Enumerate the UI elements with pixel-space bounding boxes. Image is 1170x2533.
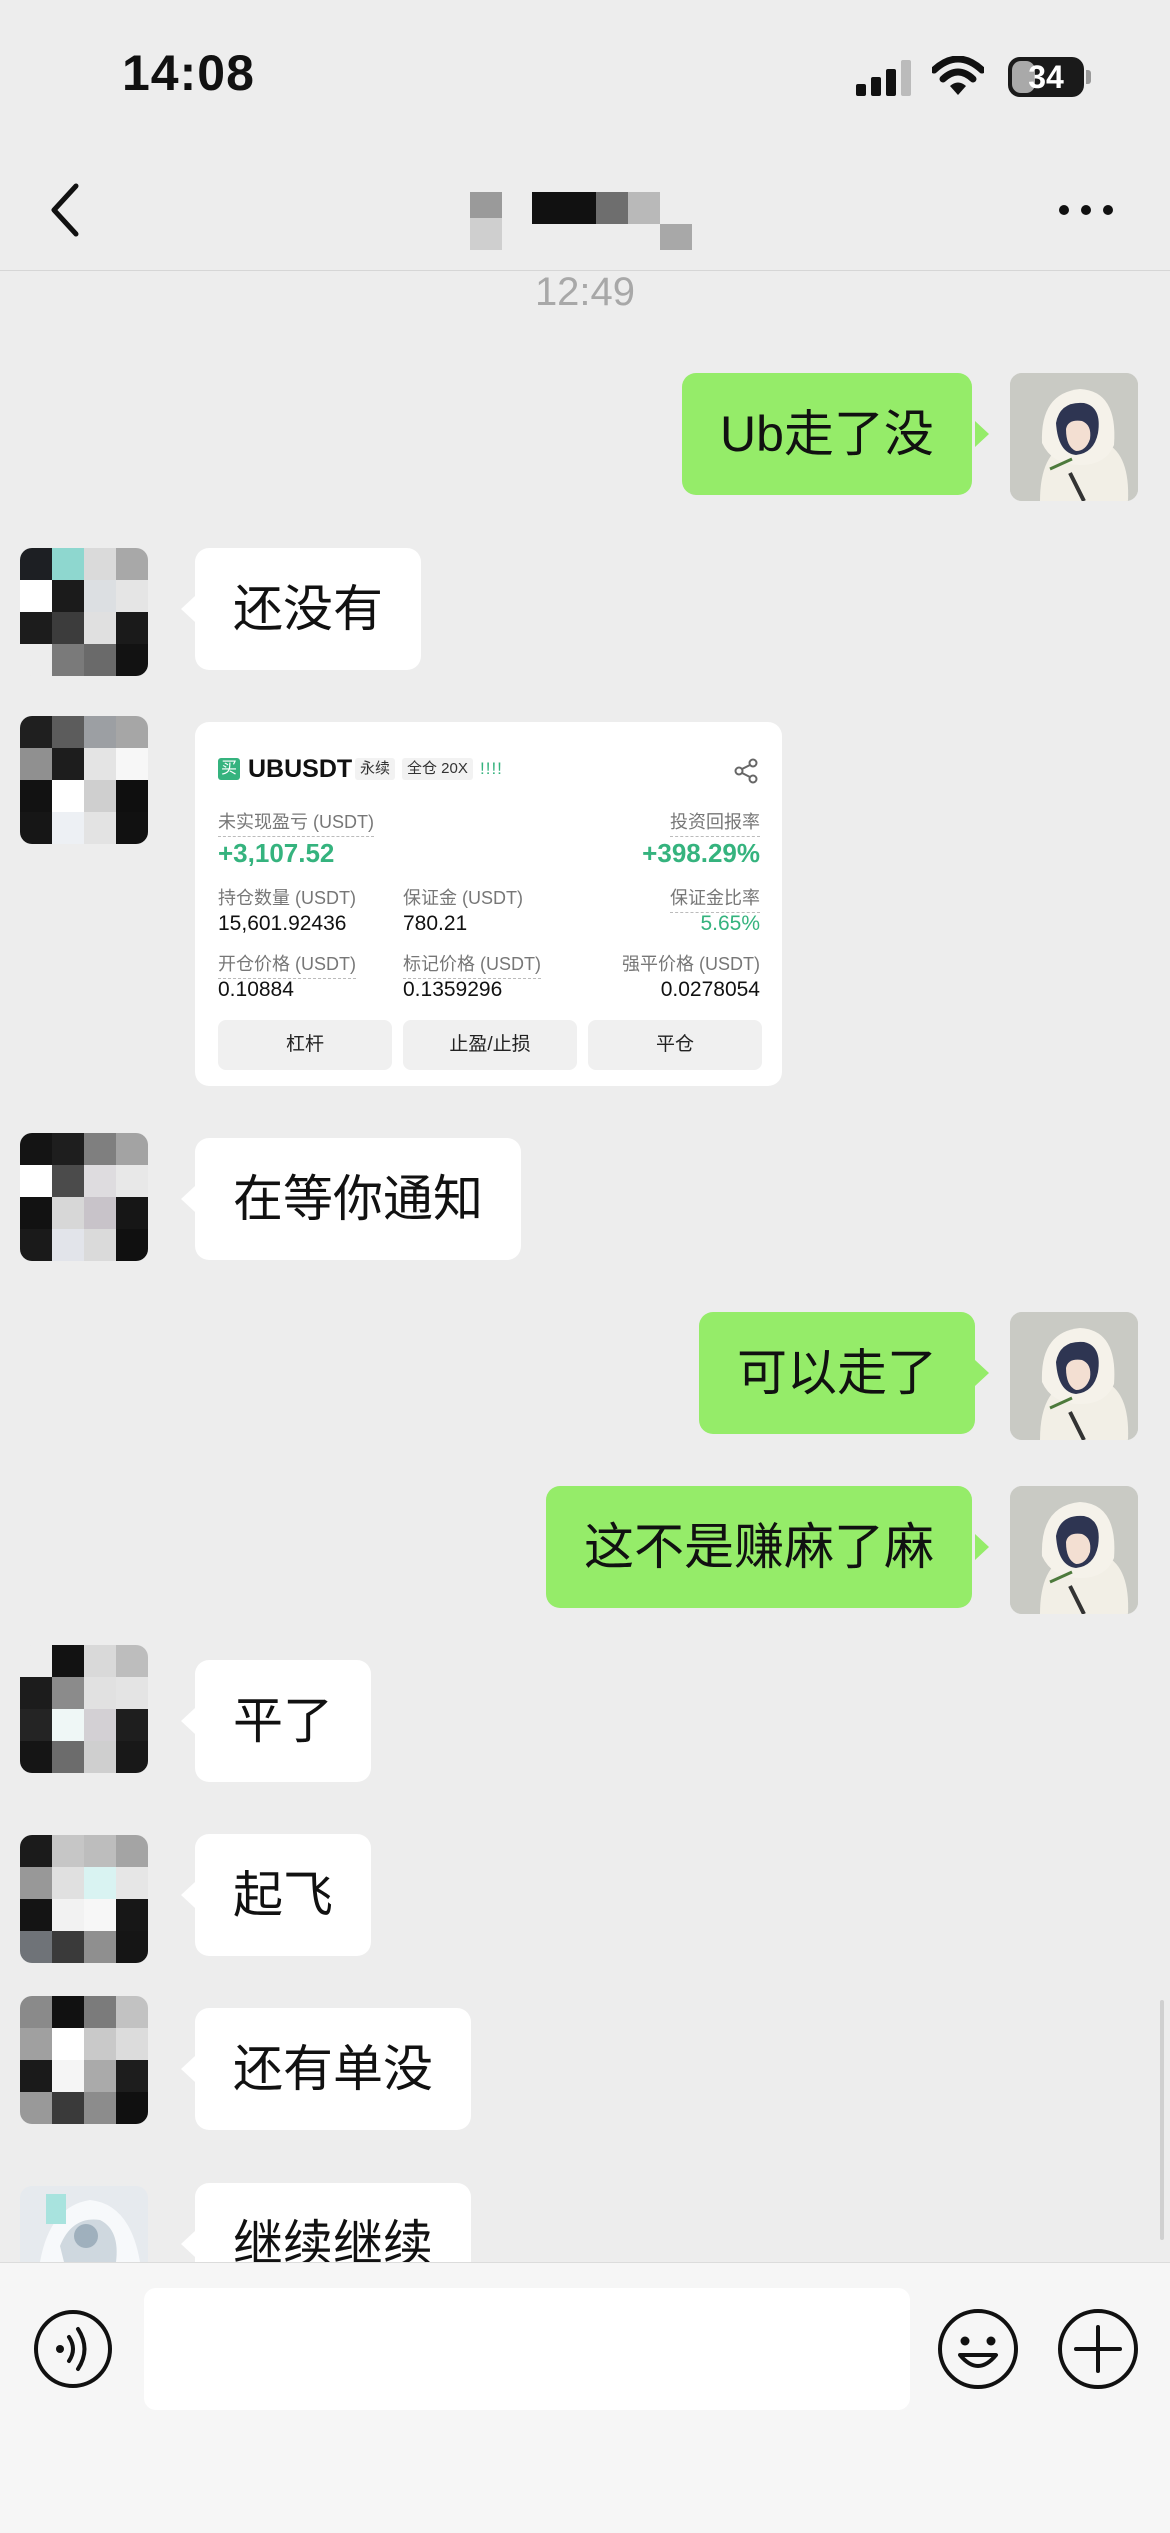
share-icon[interactable] <box>733 758 759 784</box>
unrealized-pnl-label: 未实现盈亏 (USDT) <box>218 808 374 837</box>
close-position-button[interactable]: 平仓 <box>588 1020 762 1070</box>
bubble-tail <box>181 596 195 622</box>
message-bubble-self[interactable]: 这不是赚麻了麻 <box>546 1486 972 1608</box>
chevron-left-icon[interactable] <box>46 180 86 240</box>
entry-price-value: 0.10884 <box>218 978 294 1001</box>
contact-avatar-pixelated[interactable] <box>20 1996 148 2124</box>
contact-avatar-pixelated[interactable] <box>20 1835 148 1963</box>
message-bubble-contact[interactable]: 还有单没 <box>195 2008 471 2130</box>
self-avatar[interactable] <box>1010 1486 1138 1614</box>
self-avatar[interactable] <box>1010 1312 1138 1440</box>
perp-tag: 永续 <box>355 758 396 780</box>
margin-mode-tag: 全仓 20X <box>402 758 473 780</box>
chat-title-redacted <box>470 170 700 250</box>
contact-avatar-pixelated[interactable] <box>20 1645 148 1773</box>
buy-badge: 买 <box>218 758 240 780</box>
scroll-indicator[interactable] <box>1160 2000 1164 2240</box>
message-bubble-contact[interactable]: 还没有 <box>195 548 421 670</box>
emoji-icon[interactable] <box>936 2307 1020 2391</box>
bubble-tail <box>975 1534 989 1560</box>
contact-avatar-pixelated[interactable] <box>20 716 148 844</box>
contact-avatar-pixelated[interactable] <box>20 1133 148 1261</box>
battery-nub <box>1086 70 1091 84</box>
voice-icon[interactable] <box>32 2308 114 2390</box>
message-timestamp: 12:49 <box>534 270 636 314</box>
message-bubble-self[interactable]: Ub走了没 <box>682 373 972 495</box>
status-bar: 14:08 34 <box>0 0 1170 150</box>
bubble-tail <box>181 2231 195 2257</box>
entry-price-label: 开仓价格 (USDT) <box>218 950 356 979</box>
signal-icon <box>856 60 911 96</box>
status-time: 14:08 <box>122 45 255 101</box>
position-size-value: 15,601.92436 <box>218 912 347 935</box>
wifi-icon <box>932 56 984 95</box>
unrealized-pnl-value: +3,107.52 <box>218 838 335 868</box>
chat-header <box>0 150 1170 271</box>
message-bubble-contact[interactable]: 平了 <box>195 1660 371 1782</box>
roi-label: 投资回报率 <box>670 808 760 837</box>
bubble-tail <box>181 1708 195 1734</box>
margin-value: 780.21 <box>403 912 468 935</box>
more-horizontal-icon[interactable] <box>1056 202 1116 218</box>
signal-indicator: !!!! <box>480 759 503 778</box>
message-bubble-contact[interactable]: 继续继续 <box>195 2183 471 2262</box>
liq-price-label: 强平价格 (USDT) <box>622 954 760 974</box>
battery-indicator: 34 <box>1008 57 1084 97</box>
bubble-tail <box>181 1186 195 1212</box>
position-size-label: 持仓数量 (USDT) <box>218 888 356 908</box>
leverage-button[interactable]: 杠杆 <box>218 1020 392 1070</box>
margin-ratio-value: 5.65% <box>700 912 760 935</box>
plus-circle-icon[interactable] <box>1056 2307 1140 2391</box>
contact-avatar-pixelated[interactable] <box>20 548 148 676</box>
margin-ratio-label: 保证金比率 <box>670 884 760 913</box>
bubble-tail <box>975 421 989 447</box>
liq-price-value: 0.0278054 <box>660 978 760 1001</box>
bubble-tail <box>975 1360 989 1386</box>
message-bubble-contact[interactable]: 在等你通知 <box>195 1138 521 1260</box>
tp-sl-button[interactable]: 止盈/止损 <box>403 1020 577 1070</box>
bubble-tail <box>181 1882 195 1908</box>
mark-price-label: 标记价格 (USDT) <box>403 950 541 979</box>
contact-avatar[interactable] <box>20 2186 148 2262</box>
trade-symbol: UBUSDT <box>248 755 353 783</box>
trade-position-screenshot[interactable]: 买 UBUSDT 永续 全仓 20X !!!! 未实现盈亏 (USDT) 投资回… <box>195 722 782 1086</box>
chat-input-bar <box>0 2262 1170 2533</box>
roi-value: +398.29% <box>642 838 760 868</box>
self-avatar[interactable] <box>1010 373 1138 501</box>
mark-price-value: 0.1359296 <box>403 978 503 1001</box>
margin-label: 保证金 (USDT) <box>403 888 523 908</box>
message-bubble-self[interactable]: 可以走了 <box>699 1312 975 1434</box>
message-bubble-contact[interactable]: 起飞 <box>195 1834 371 1956</box>
message-input[interactable] <box>144 2288 910 2410</box>
bubble-tail <box>181 2056 195 2082</box>
